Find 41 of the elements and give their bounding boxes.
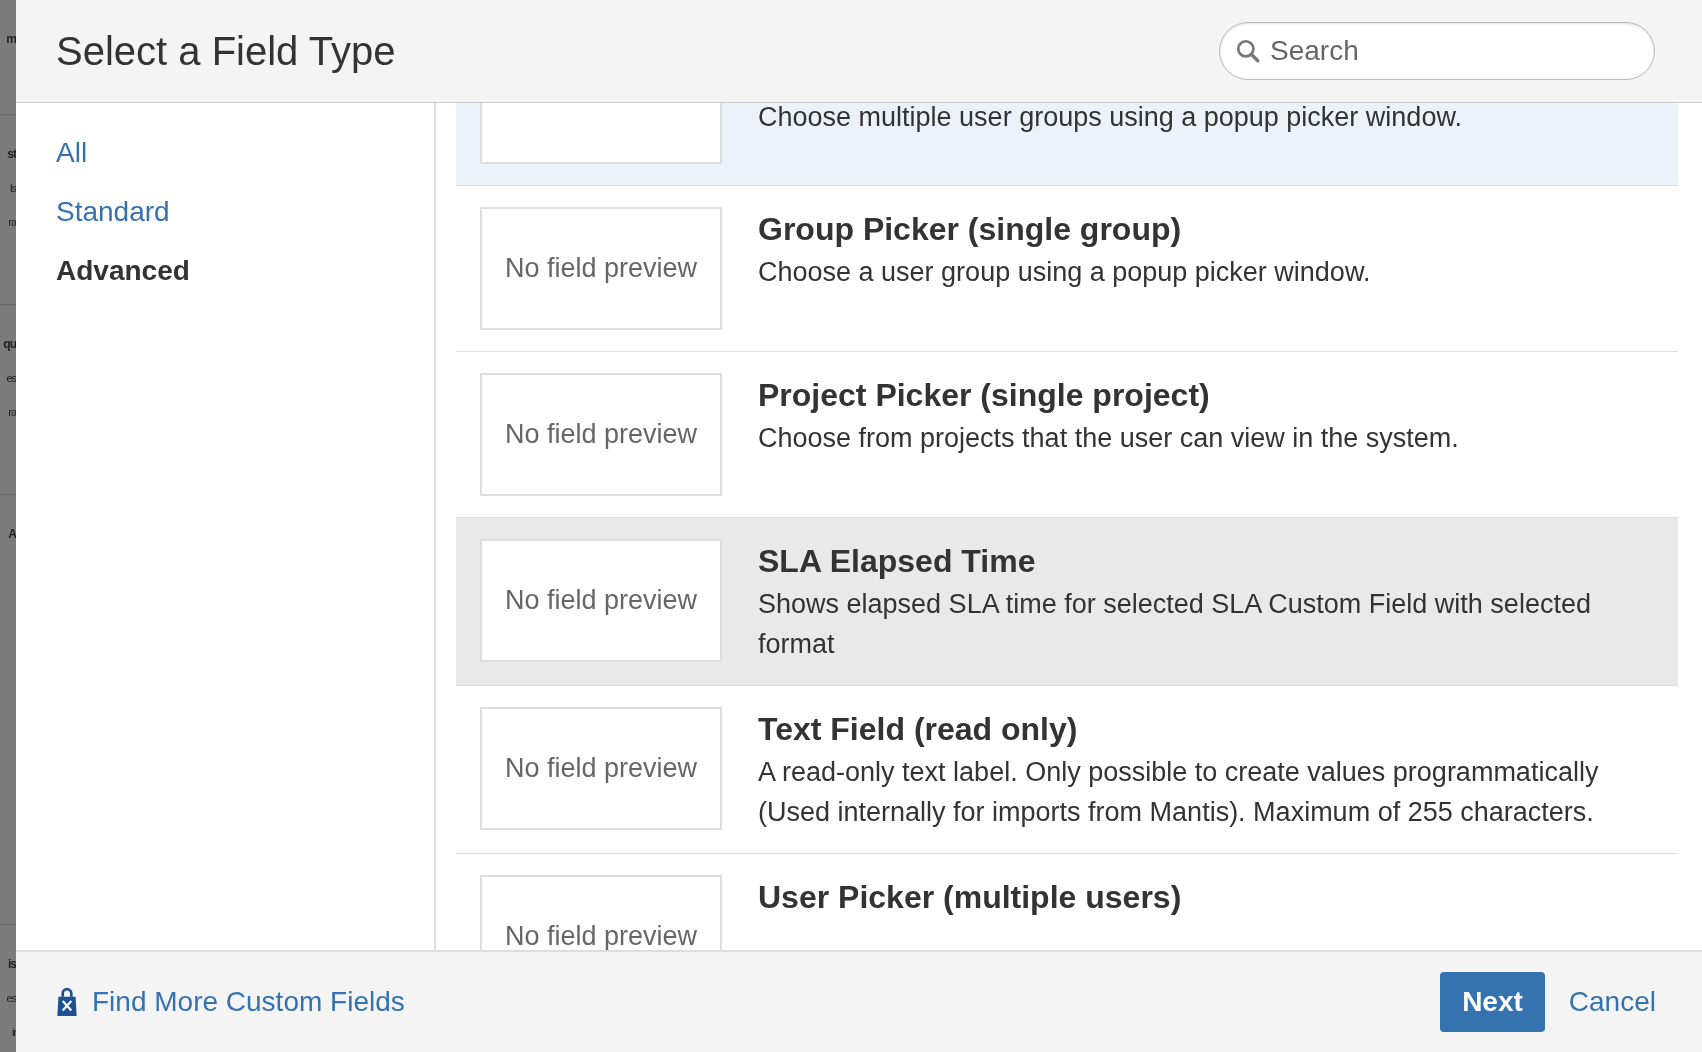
background-text: ra	[8, 215, 16, 230]
field-type-description: Choose multiple user groups using a popup picker window.	[758, 103, 1462, 134]
field-type-row[interactable]: No field preview Project Picker (single project) Choose from projects that the user can view in the system.	[456, 352, 1678, 518]
background-text: m	[6, 31, 16, 48]
background-text: es	[6, 371, 16, 386]
sidebar-item[interactable]: All	[56, 137, 88, 169]
preview-box: No field preview	[480, 707, 722, 830]
background-text: ir	[11, 1025, 16, 1040]
preview-box: No field preview	[480, 207, 722, 330]
find-more-link[interactable]: Find More Custom Fields	[56, 986, 405, 1018]
sidebar-item[interactable]: Standard	[56, 196, 170, 228]
field-type-description: A read-only text label. Only possible to create values programmatically (Used internally for imports from Mantis). Maximum of 255 characters.	[758, 756, 1600, 829]
background-text: es	[6, 991, 16, 1006]
cancel-link[interactable]: Cancel	[1566, 972, 1658, 1032]
sidebar-item[interactable]: Advanced	[56, 255, 190, 287]
background-text: A	[8, 526, 16, 543]
field-type-name: Project Picker (single project)	[758, 377, 1211, 414]
field-type-name: SLA Elapsed Time	[758, 543, 1037, 580]
field-type-name: Group Picker (single group)	[758, 211, 1183, 248]
background-text: ra	[8, 405, 16, 420]
preview-box: No field preview	[480, 539, 722, 662]
field-type-name: User Picker (multiple users)	[758, 879, 1182, 916]
background-text: st	[7, 146, 16, 163]
field-type-description: Choose from projects that the user can view in the system.	[758, 422, 1459, 455]
dialog-title: Select a Field Type	[56, 28, 396, 74]
field-type-name: Text Field (read only)	[758, 711, 1079, 748]
field-type-description: Shows elapsed SLA time for selected SLA Custom Field with selected format	[758, 588, 1592, 661]
field-type-row[interactable]: No field preview SLA Elapsed Time Shows elapsed SLA time for selected SLA Custom Field with selected format	[456, 518, 1678, 686]
field-type-description: Choose a user group using a popup picker window.	[758, 256, 1371, 289]
background-text: is	[8, 956, 16, 973]
field-type-row[interactable]: No field preview Text Field (read only) A read-only text label. Only possible to create values programmatically (Used internally for imports from Mantis). Maximum of 255 characters.	[456, 686, 1678, 854]
field-type-row[interactable]: Choose multiple user groups using a popup picker window.	[456, 103, 1678, 186]
shopping-bag-icon	[56, 987, 78, 1017]
search-icon	[1235, 38, 1261, 64]
next-button[interactable]: Next	[1440, 972, 1545, 1032]
preview-box: No field preview	[480, 875, 722, 950]
preview-box: No field preview	[480, 373, 722, 496]
background-text: ls	[10, 181, 16, 196]
search-field[interactable]: Search	[1219, 22, 1655, 80]
field-type-row[interactable]: No field preview Group Picker (single group) Choose a user group using a popup picker window.	[456, 186, 1678, 352]
background-text: qu	[3, 336, 16, 353]
